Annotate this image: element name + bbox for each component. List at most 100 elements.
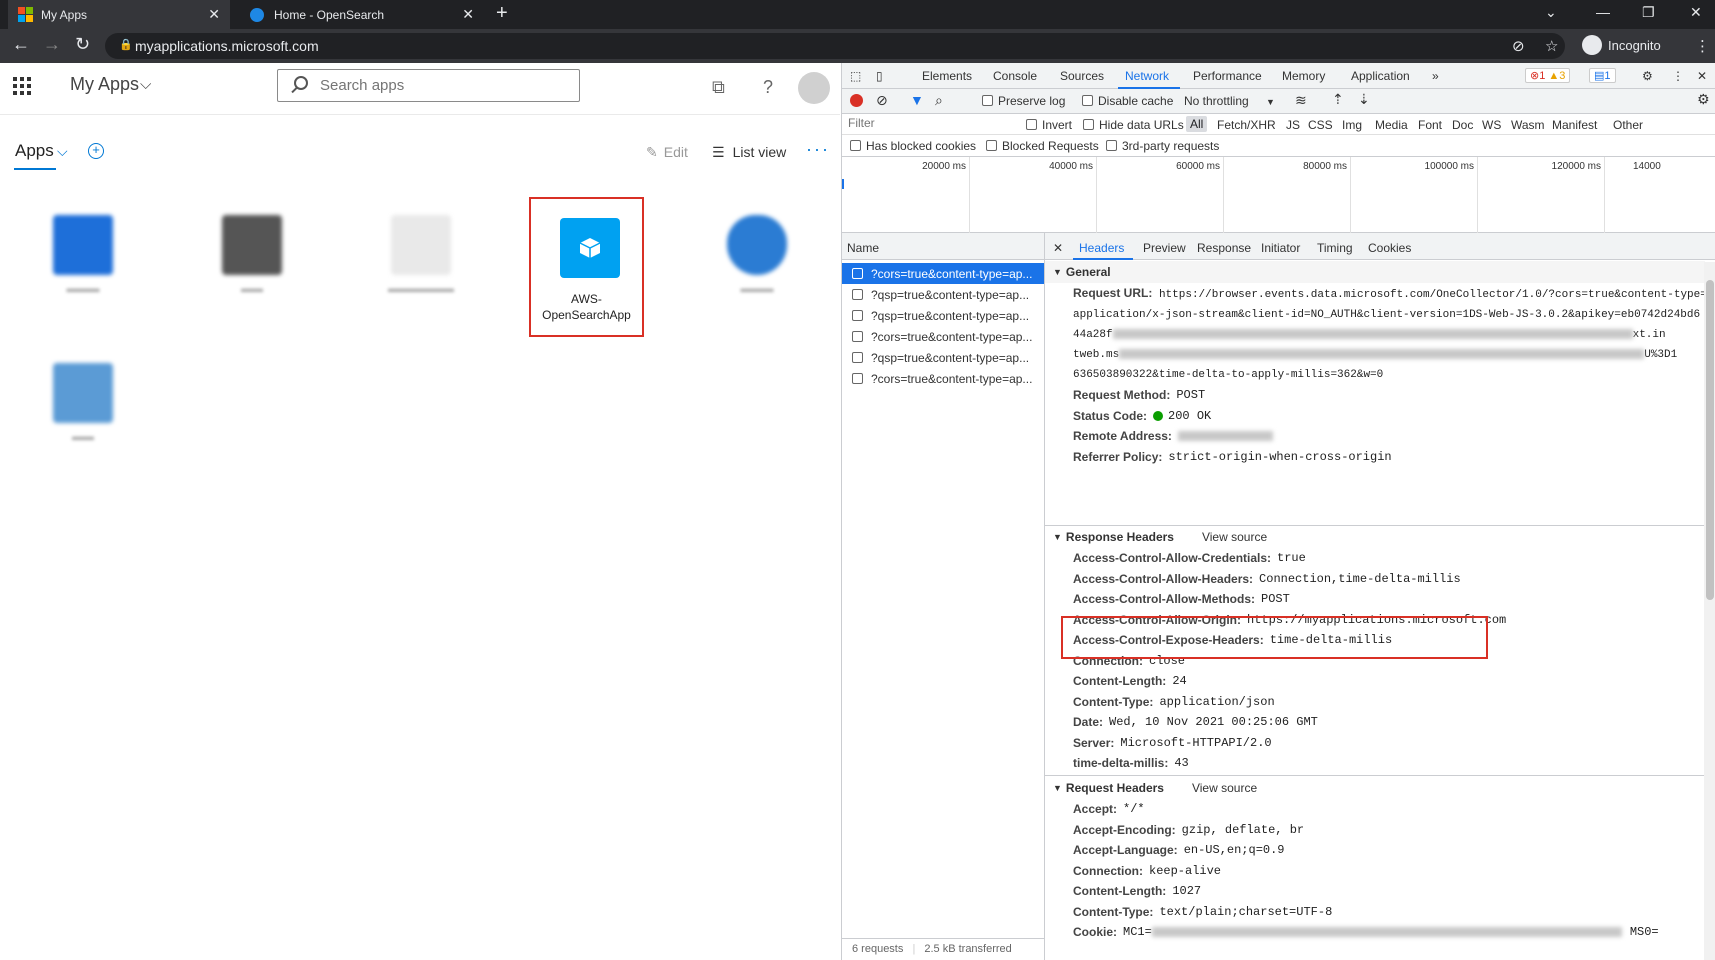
list-view-button[interactable]: ☰ List view [712,144,786,161]
close-tab-icon[interactable]: ✕ [208,6,220,23]
close-window-icon[interactable]: ✕ [1690,4,1702,21]
settings-gear-icon[interactable]: ⚙ [1642,69,1653,83]
filter-type-fetch-xhr[interactable]: Fetch/XHR [1217,118,1276,132]
more-tabs-icon[interactable]: » [1432,69,1439,83]
hide-data-urls-checkbox[interactable]: Hide data URLs [1083,118,1184,132]
incognito-indicator[interactable]: Incognito [1582,35,1661,55]
tab-performance[interactable]: Performance [1193,69,1262,83]
tab-my-apps[interactable]: My Apps ✕ [8,0,230,29]
close-detail-icon[interactable]: ✕ [1053,241,1063,255]
blocked-requests-checkbox[interactable]: Blocked Requests [986,139,1099,153]
tab-network[interactable]: Network [1125,69,1169,83]
filter-type-css[interactable]: CSS [1308,118,1333,132]
tab-preview[interactable]: Preview [1143,241,1186,255]
org-chart-icon[interactable]: ⧉ [712,77,725,98]
tab-memory[interactable]: Memory [1282,69,1325,83]
invert-checkbox[interactable]: Invert [1026,118,1072,132]
clear-icon[interactable]: ⊘ [876,92,888,109]
search-box[interactable] [277,69,580,102]
tab-search-chevron-icon[interactable]: ⌄ [1545,4,1557,21]
avatar[interactable] [798,72,830,104]
network-overview-timeline[interactable]: 20000 ms 40000 ms 60000 ms 80000 ms 1000… [842,157,1715,233]
tracking-blocked-icon[interactable]: ⊘ [1512,37,1525,55]
import-har-icon[interactable]: ⇡ [1332,91,1344,108]
request-row[interactable]: ?cors=true&content-type=ap... [842,368,1044,389]
export-har-icon[interactable]: ⇣ [1358,91,1370,108]
filter-type-all[interactable]: All [1186,116,1208,132]
filter-type-js[interactable]: JS [1286,118,1300,132]
browser-menu-icon[interactable]: ⋮ [1695,37,1710,55]
app-tile[interactable]: ▬▬ [27,363,139,443]
tab-console[interactable]: Console [993,69,1037,83]
request-row[interactable]: ?qsp=true&content-type=ap... [842,347,1044,368]
edit-button[interactable]: ✎ Edit [646,144,688,161]
third-party-requests-checkbox[interactable]: 3rd-party requests [1106,139,1219,153]
filter-type-ws[interactable]: WS [1482,118,1501,132]
request-row[interactable]: ?cors=true&content-type=ap... [842,263,1044,284]
forward-icon[interactable]: → [43,34,61,55]
reload-icon[interactable]: ↻ [75,34,90,55]
request-row[interactable]: ?cors=true&content-type=ap... [842,326,1044,347]
filter-icon[interactable]: ▼ [910,92,924,108]
tab-timing[interactable]: Timing [1317,241,1353,255]
aws-opensearch-app-tile[interactable]: AWS- OpenSearchApp [529,197,644,337]
filter-type-doc[interactable]: Doc [1452,118,1473,132]
detail-scrollbar[interactable] [1704,262,1715,960]
has-blocked-cookies-checkbox[interactable]: Has blocked cookies [850,139,976,153]
filter-type-font[interactable]: Font [1418,118,1442,132]
disable-cache-checkbox[interactable]: Disable cache [1082,94,1173,108]
inspect-element-icon[interactable]: ⬚ [850,69,861,83]
restore-icon[interactable]: ❐ [1642,4,1655,21]
network-settings-icon[interactable]: ⚙ [1697,91,1710,108]
filter-type-wasm[interactable]: Wasm [1511,118,1545,132]
search-input[interactable] [320,77,560,94]
device-toolbar-icon[interactable]: ▯ [876,69,883,83]
tab-headers[interactable]: Headers [1079,241,1124,255]
search-icon[interactable]: ⌕ [935,92,943,109]
response-headers-header[interactable]: ▼ Response Headers View source [1045,526,1705,548]
address-bar[interactable]: 🔒 myapplications.microsoft.com [105,33,1565,59]
tab-sources[interactable]: Sources [1060,69,1104,83]
general-section-header[interactable]: ▼ General [1045,261,1705,283]
info-badge[interactable]: ▤1 [1589,68,1616,83]
devtools-menu-icon[interactable]: ⋮ [1672,69,1684,83]
close-devtools-icon[interactable]: ✕ [1697,69,1707,83]
request-row[interactable]: ?qsp=true&content-type=ap... [842,305,1044,326]
throttling-select[interactable]: No throttling ▼ [1184,94,1275,108]
tab-elements[interactable]: Elements [922,69,972,83]
column-header-name[interactable]: Name [842,233,1044,260]
add-collection-icon[interactable]: + [88,143,104,159]
app-tile[interactable]: ▬▬▬ [27,215,139,295]
more-options-icon[interactable]: ··· [806,139,830,160]
new-tab-icon[interactable]: + [496,2,508,25]
filter-input[interactable] [848,116,1008,130]
app-tile[interactable]: ▬▬▬▬▬▬ [365,215,477,295]
chevron-down-icon[interactable]: ⌵ [140,76,151,93]
close-tab-icon[interactable]: ✕ [462,6,474,23]
back-icon[interactable]: ← [12,34,30,55]
app-title[interactable]: My Apps [70,74,139,95]
record-icon[interactable] [850,94,863,107]
filter-type-manifest[interactable]: Manifest [1552,118,1597,132]
view-source-link[interactable]: View source [1202,530,1267,544]
tab-application[interactable]: Application [1351,69,1410,83]
network-conditions-icon[interactable]: ≋ [1295,92,1307,109]
tab-initiator[interactable]: Initiator [1261,241,1300,255]
app-launcher-icon[interactable] [13,77,31,95]
error-warning-badge[interactable]: ⊗1 ▲3 [1525,68,1571,83]
preserve-log-checkbox[interactable]: Preserve log [982,94,1065,108]
chevron-down-icon[interactable]: ⌵ [57,143,68,160]
tab-response[interactable]: Response [1197,241,1251,255]
app-tile[interactable]: ▬▬ [196,215,308,295]
filter-type-media[interactable]: Media [1375,118,1408,132]
app-tile[interactable]: ▬▬▬ [701,215,813,295]
view-source-link[interactable]: View source [1192,781,1257,795]
scrollbar-thumb[interactable] [1706,280,1714,600]
help-icon[interactable]: ? [763,77,773,98]
request-row[interactable]: ?qsp=true&content-type=ap... [842,284,1044,305]
filter-type-img[interactable]: Img [1342,118,1362,132]
filter-type-other[interactable]: Other [1613,118,1643,132]
request-headers-header[interactable]: ▼ Request Headers View source [1045,777,1705,799]
bookmark-star-icon[interactable]: ☆ [1545,37,1558,55]
tab-cookies[interactable]: Cookies [1368,241,1411,255]
